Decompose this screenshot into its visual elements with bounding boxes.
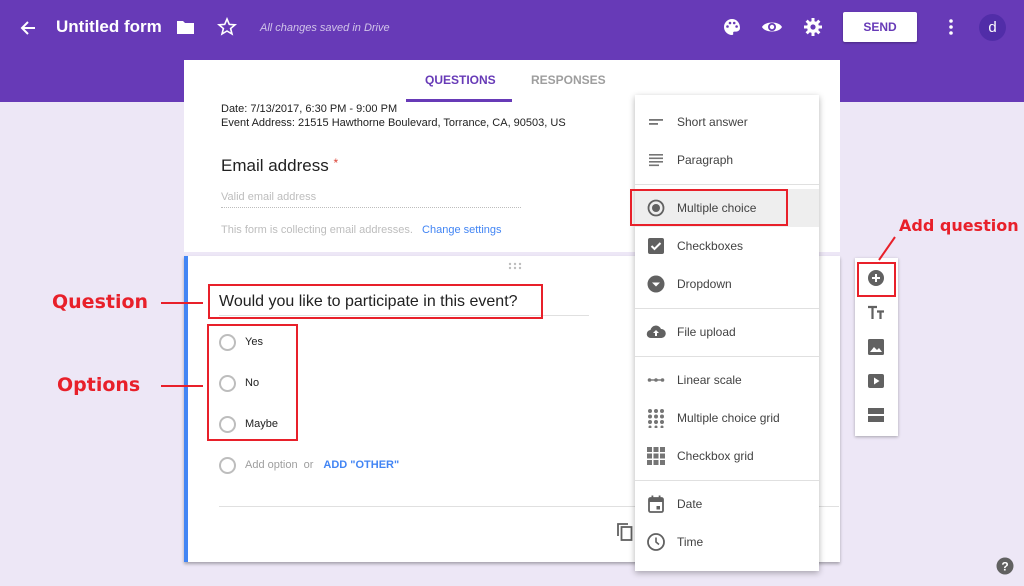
duplicate-icon[interactable] bbox=[616, 522, 634, 542]
annotation-options-box bbox=[207, 324, 298, 441]
short-answer-icon bbox=[649, 119, 663, 125]
annotation-question-box bbox=[208, 284, 543, 319]
dropdown-icon bbox=[647, 275, 665, 293]
menu-item-label: Linear scale bbox=[677, 373, 742, 387]
required-asterisk: * bbox=[333, 156, 339, 170]
add-option-row: Add option or ADD "OTHER" bbox=[219, 455, 399, 475]
menu-item-checkboxes[interactable]: Checkboxes bbox=[635, 227, 819, 265]
svg-text:?: ? bbox=[1001, 560, 1008, 574]
linear-scale-icon bbox=[647, 378, 665, 382]
radio-grid-icon bbox=[648, 409, 664, 428]
menu-item-short-answer[interactable]: Short answer bbox=[635, 103, 819, 141]
menu-divider bbox=[635, 308, 819, 309]
menu-divider bbox=[635, 184, 819, 185]
more-vert-icon[interactable] bbox=[944, 17, 958, 37]
email-label-text: Email address bbox=[221, 156, 329, 175]
annotation-add-question-box bbox=[857, 262, 896, 297]
menu-item-label: File upload bbox=[677, 325, 736, 339]
email-field: Valid email address bbox=[221, 191, 521, 208]
add-other-button[interactable]: ADD "OTHER" bbox=[323, 459, 399, 471]
drag-handle-icon[interactable] bbox=[508, 262, 522, 270]
clock-icon bbox=[647, 533, 665, 551]
form-description[interactable]: Date: 7/13/2017, 6:30 PM - 9:00 PM Event… bbox=[221, 102, 566, 130]
cloud-upload-icon bbox=[646, 325, 666, 339]
menu-item-file-upload[interactable]: File upload bbox=[635, 313, 819, 351]
menu-item-date[interactable]: Date bbox=[635, 485, 819, 523]
menu-item-linear-scale[interactable]: Linear scale bbox=[635, 361, 819, 399]
menu-divider bbox=[635, 480, 819, 481]
checkbox-icon bbox=[648, 238, 664, 254]
save-status: All changes saved in Drive bbox=[260, 22, 390, 34]
form-title[interactable]: Untitled form bbox=[56, 17, 162, 37]
help-icon[interactable]: ? bbox=[996, 557, 1014, 575]
annotation-add-question-label: Add question bbox=[899, 216, 1019, 235]
collecting-note-text: This form is collecting email addresses. bbox=[221, 224, 413, 236]
annotation-question-pointer bbox=[161, 302, 203, 304]
account-avatar[interactable]: d bbox=[979, 14, 1006, 41]
menu-item-multiple-choice-grid[interactable]: Multiple choice grid bbox=[635, 399, 819, 437]
back-arrow-icon[interactable] bbox=[18, 16, 38, 40]
menu-item-label: Time bbox=[677, 535, 704, 549]
radio-icon bbox=[219, 456, 236, 474]
tab-questions[interactable]: QUESTIONS bbox=[425, 73, 496, 87]
image-icon[interactable] bbox=[867, 338, 885, 356]
email-question-label: Email address * bbox=[221, 156, 338, 176]
preview-eye-icon[interactable] bbox=[761, 18, 783, 36]
menu-item-label: Dropdown bbox=[677, 277, 732, 291]
menu-item-paragraph[interactable]: Paragraph bbox=[635, 141, 819, 179]
palette-icon[interactable] bbox=[722, 17, 742, 37]
star-icon[interactable] bbox=[217, 17, 237, 37]
menu-item-label: Short answer bbox=[677, 115, 748, 129]
annotation-options-label: Options bbox=[57, 374, 141, 396]
video-icon[interactable] bbox=[867, 372, 885, 390]
title-text-icon[interactable] bbox=[867, 304, 885, 322]
tab-responses[interactable]: RESPONSES bbox=[531, 73, 606, 87]
menu-item-label: Paragraph bbox=[677, 153, 734, 167]
send-button[interactable]: SEND bbox=[843, 12, 917, 42]
description-date: Date: 7/13/2017, 6:30 PM - 9:00 PM bbox=[221, 103, 398, 115]
section-icon[interactable] bbox=[867, 406, 885, 424]
calendar-icon bbox=[648, 495, 664, 513]
paragraph-icon bbox=[649, 154, 663, 167]
folder-icon[interactable] bbox=[176, 19, 195, 35]
gear-icon[interactable] bbox=[803, 17, 823, 37]
annotation-question-label: Question bbox=[52, 291, 149, 313]
annotation-options-pointer bbox=[161, 385, 203, 387]
menu-item-checkbox-grid[interactable]: Checkbox grid bbox=[635, 437, 819, 475]
menu-item-label: Checkbox grid bbox=[677, 449, 754, 463]
menu-item-label: Multiple choice grid bbox=[677, 411, 780, 425]
or-text: or bbox=[303, 459, 314, 471]
menu-divider bbox=[635, 356, 819, 357]
menu-item-dropdown[interactable]: Dropdown bbox=[635, 265, 819, 303]
menu-item-label: Date bbox=[677, 497, 703, 511]
menu-item-time[interactable]: Time bbox=[635, 523, 819, 561]
description-address: Event Address: 21515 Hawthorne Boulevard… bbox=[221, 117, 566, 129]
question-type-menu: Short answer Paragraph Multiple choice C… bbox=[635, 95, 819, 571]
change-settings-link[interactable]: Change settings bbox=[422, 224, 502, 236]
annotation-add-question-pointer bbox=[878, 236, 896, 261]
add-option-button[interactable]: Add option bbox=[245, 459, 298, 471]
annotation-multiple-choice-box bbox=[630, 189, 788, 226]
checkbox-grid-icon bbox=[647, 447, 665, 465]
menu-item-label: Checkboxes bbox=[677, 239, 744, 253]
collecting-note: This form is collecting email addresses.… bbox=[221, 224, 502, 236]
